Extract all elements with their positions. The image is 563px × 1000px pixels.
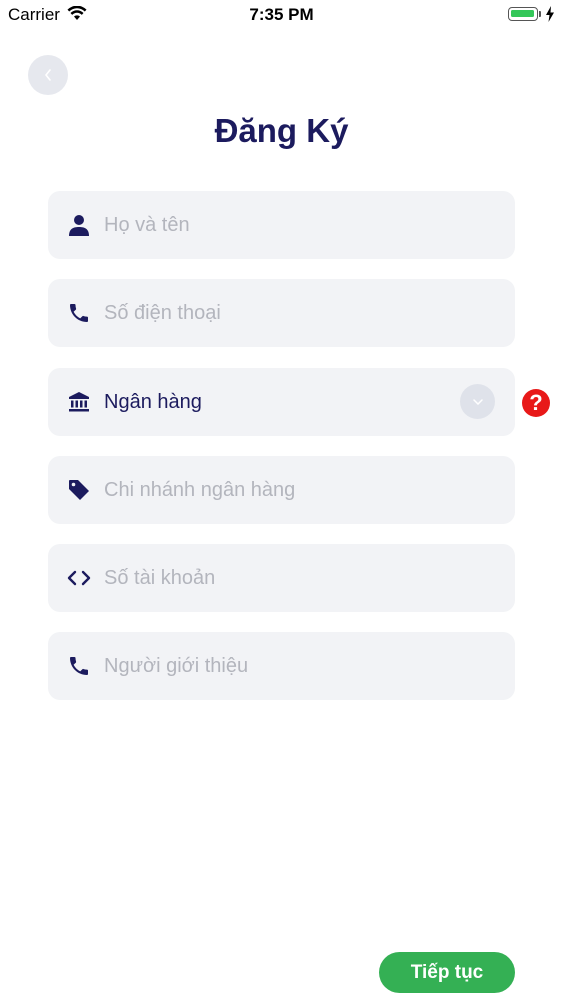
full-name-input[interactable] — [104, 191, 484, 259]
bank-icon — [66, 390, 92, 414]
phone-icon — [66, 654, 92, 678]
chevron-down-icon — [472, 398, 483, 405]
clock: 7:35 PM — [249, 5, 314, 24]
tag-icon — [66, 478, 92, 502]
referrer-field[interactable] — [48, 632, 515, 700]
account-number-field[interactable] — [48, 544, 515, 612]
bank-select[interactable]: Ngân hàng — [48, 368, 515, 436]
code-icon — [66, 566, 92, 590]
status-bar: Carrier 7:35 PM — [0, 0, 563, 30]
referrer-input[interactable] — [104, 632, 484, 700]
account-number-input[interactable] — [104, 544, 484, 612]
bank-select-value: Ngân hàng — [104, 391, 202, 413]
charging-icon — [545, 6, 555, 27]
battery-cap — [539, 11, 541, 17]
phone-icon — [66, 301, 92, 325]
bank-branch-field[interactable] — [48, 456, 515, 524]
chevron-left-icon — [44, 69, 51, 81]
continue-button[interactable]: Tiếp tục — [379, 952, 515, 993]
help-icon[interactable]: ? — [522, 389, 550, 417]
battery-icon — [508, 7, 538, 21]
phone-input[interactable] — [104, 279, 484, 347]
phone-field[interactable] — [48, 279, 515, 347]
page-title: Đăng Ký — [214, 112, 349, 149]
full-name-field[interactable] — [48, 191, 515, 259]
user-icon — [66, 213, 92, 237]
back-button[interactable] — [28, 55, 68, 95]
bank-branch-input[interactable] — [104, 456, 484, 524]
bank-dropdown-button[interactable] — [460, 384, 495, 419]
